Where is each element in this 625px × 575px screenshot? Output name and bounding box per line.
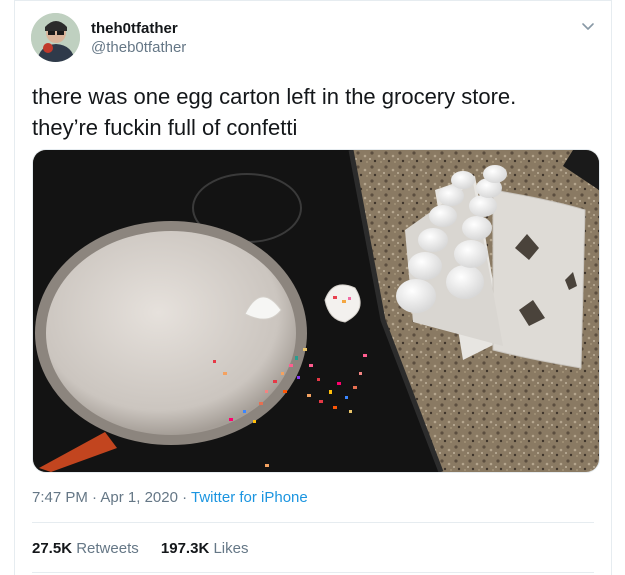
likes-stat[interactable]: 197.3K Likes — [161, 540, 249, 557]
likes-label: Likes — [213, 540, 249, 557]
divider — [32, 572, 594, 573]
photo-eggs-confetti — [33, 150, 599, 472]
tweet-text-line: they’re fuckin full of confetti — [32, 115, 298, 140]
tweet-meta: 7:47 PM · Apr 1, 2020 · Twitter for iPho… — [32, 489, 308, 506]
avatar[interactable] — [31, 13, 80, 62]
tweet-text: there was one egg carton left in the gro… — [32, 81, 592, 143]
chevron-down-icon[interactable] — [579, 17, 597, 35]
tweet-time[interactable]: 7:47 PM — [32, 489, 88, 506]
likes-count: 197.3K — [160, 540, 210, 557]
retweets-stat[interactable]: 27.5K Retweets — [32, 540, 139, 557]
tweet-photo[interactable] — [32, 149, 600, 473]
avatar-image — [31, 13, 80, 62]
tweet-source-link[interactable]: Twitter for iPhone — [191, 489, 308, 506]
author-handle[interactable]: @theb0tfather — [91, 39, 186, 56]
author-display-name[interactable]: theh0tfather — [91, 20, 178, 37]
retweets-label: Retweets — [76, 540, 139, 557]
tweet-text-line: there was one egg carton left in the gro… — [32, 84, 517, 109]
divider — [32, 522, 594, 523]
retweets-count: 27.5K — [32, 540, 73, 557]
tweet-date[interactable]: Apr 1, 2020 — [100, 489, 178, 506]
meta-separator: · — [87, 489, 101, 506]
meta-separator: · — [177, 489, 192, 506]
tweet-card: theh0tfather @theb0tfather there was one… — [14, 0, 612, 575]
engagement-stats: 27.5K Retweets 197.3K Likes — [32, 540, 266, 557]
